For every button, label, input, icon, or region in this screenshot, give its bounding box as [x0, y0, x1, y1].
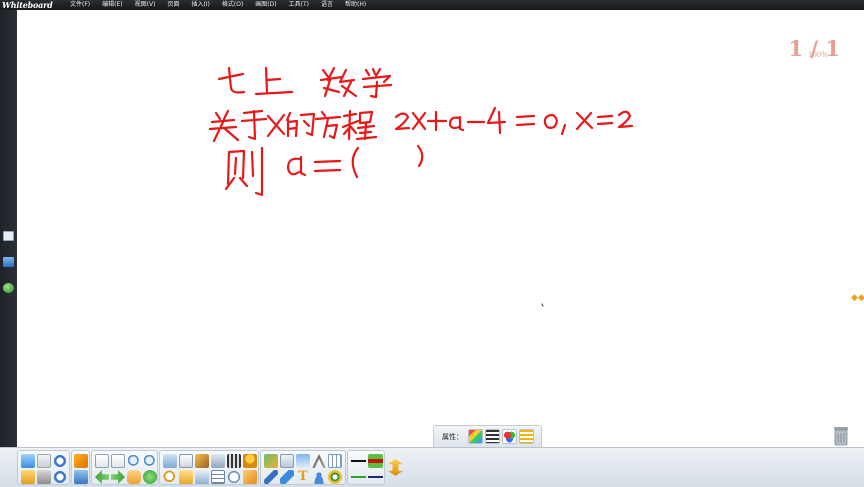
marker-icon[interactable] [243, 454, 257, 468]
text-tool-icon[interactable]: T [296, 470, 310, 484]
spotlight-icon[interactable] [179, 454, 193, 468]
zoom-out-icon[interactable] [143, 454, 157, 468]
table-icon[interactable] [211, 470, 225, 484]
grid-icon[interactable] [328, 454, 342, 468]
redo-icon[interactable] [53, 470, 67, 484]
drawing-tools-group: T [260, 450, 346, 485]
screen-shade-icon[interactable] [163, 454, 177, 468]
select-arrow-icon[interactable] [74, 454, 88, 468]
rectangle-icon[interactable] [280, 454, 294, 468]
image-add-icon[interactable] [195, 470, 209, 484]
search-icon[interactable] [163, 470, 177, 484]
resource-folder-icon[interactable] [179, 470, 193, 484]
brush-icon[interactable] [195, 454, 209, 468]
green-line-icon[interactable] [351, 470, 366, 484]
toolbar-expand-icon[interactable] [388, 459, 403, 476]
shape-tool-icon[interactable] [328, 470, 342, 484]
line-color-group [347, 450, 385, 485]
bottom-toolbar: T [0, 447, 864, 487]
expand-arrows-icon[interactable]: ◆◆ [851, 293, 864, 303]
user-icon[interactable] [312, 470, 326, 484]
page-tools-group [91, 450, 158, 485]
clipboard-icon[interactable] [37, 470, 51, 484]
connector-icon[interactable] [264, 454, 278, 468]
file-tools-group [17, 450, 70, 485]
prev-page-icon[interactable] [95, 470, 109, 484]
clock-icon[interactable] [227, 470, 241, 484]
next-page-icon[interactable] [111, 470, 125, 484]
select-tools-group [71, 450, 90, 485]
fill-color-icon[interactable] [502, 429, 517, 444]
properties-panel: 属性： [433, 425, 542, 448]
pen-icon[interactable] [264, 470, 278, 484]
folder-icon[interactable] [21, 470, 35, 484]
red-color-swatch[interactable] [368, 454, 383, 468]
thin-line-icon[interactable] [351, 454, 366, 468]
page-list-icon[interactable] [111, 454, 125, 468]
extra-tools-group [159, 450, 259, 485]
trash-icon[interactable] [832, 424, 850, 446]
camera-icon[interactable] [211, 454, 225, 468]
hand-tool-icon[interactable] [243, 470, 257, 484]
highlighter-icon[interactable] [280, 470, 294, 484]
record-icon[interactable] [227, 454, 241, 468]
text-format-icon[interactable] [519, 429, 534, 444]
compass-icon[interactable] [312, 454, 326, 468]
line-style-icon[interactable] [485, 429, 500, 444]
display-icon[interactable] [74, 470, 88, 484]
open-icon[interactable] [21, 454, 35, 468]
window-icon[interactable] [296, 454, 310, 468]
copy-icon[interactable] [37, 454, 51, 468]
color-palette-icon[interactable] [468, 429, 483, 444]
properties-label: 属性： [442, 433, 463, 441]
undo-icon[interactable] [53, 454, 67, 468]
dark-blue-line-icon[interactable] [368, 470, 383, 484]
zoom-in-icon[interactable] [127, 454, 141, 468]
new-page-icon[interactable] [95, 454, 109, 468]
play-icon[interactable] [143, 470, 157, 484]
hand-icon[interactable] [127, 470, 141, 484]
